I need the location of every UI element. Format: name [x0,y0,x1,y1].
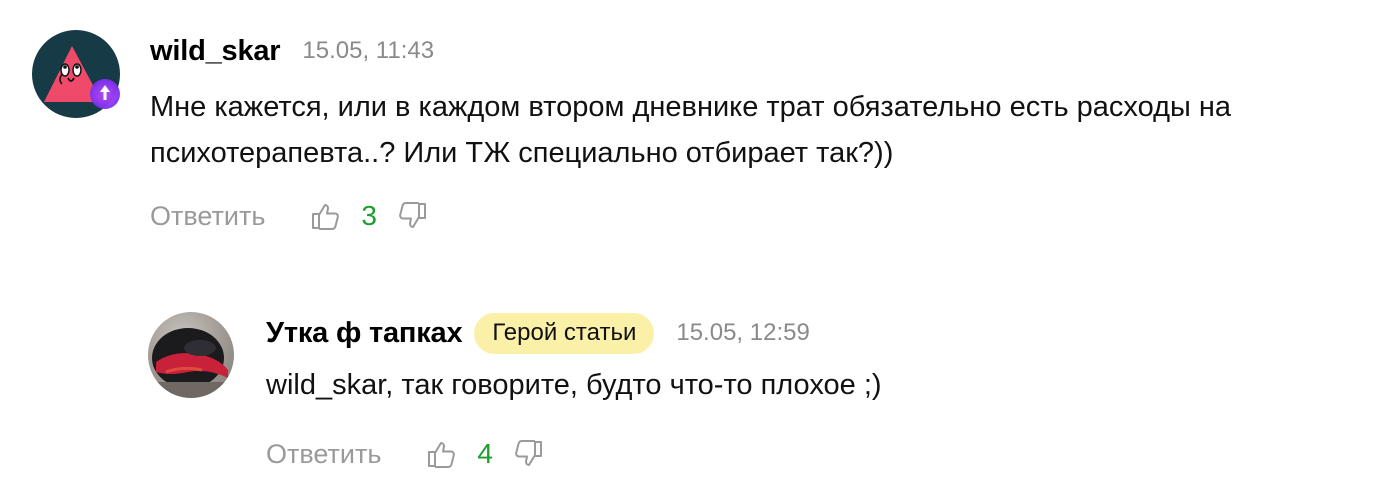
user-avatar[interactable] [32,30,120,118]
article-hero-badge: Герой статьи [474,312,655,354]
thumbs-up-icon[interactable] [425,438,457,470]
comment-meta: wild_skar 15.05, 11:43 [150,30,1385,72]
comment-meta: Утка ф тапках Герой статьи 15.05, 12:59 [266,312,1400,354]
score-count: 4 [477,438,493,469]
upgrade-badge-icon [90,79,120,109]
thumbs-up-icon[interactable] [309,200,341,232]
comment-body: wild_skar 15.05, 11:43 Мне кажется, или … [150,30,1385,236]
reply-button[interactable]: Ответить [150,201,265,232]
comment-time[interactable]: 15.05, 12:59 [676,319,809,347]
comment-body: Утка ф тапках Герой статьи 15.05, 12:59 … [266,312,1400,474]
author-name[interactable]: Утка ф тапках [266,317,463,350]
score-count: 3 [361,200,377,231]
thumbs-down-icon[interactable] [513,438,545,470]
reply-button[interactable]: Ответить [266,439,381,470]
author-name[interactable]: wild_skar [150,35,281,68]
thumbs-down-icon[interactable] [397,200,429,232]
comment-text: wild_skar, так говорите, будто что-то пл… [266,369,882,401]
comment-text: Мне кажется, или в каждом втором дневник… [150,91,1232,169]
comment-actions: Ответить 3 [150,196,1385,236]
helmet-photo-avatar [148,312,234,398]
comment-actions: Ответить 4 [266,434,1400,474]
user-avatar[interactable] [148,312,234,398]
comment-time[interactable]: 15.05, 11:43 [302,37,434,65]
